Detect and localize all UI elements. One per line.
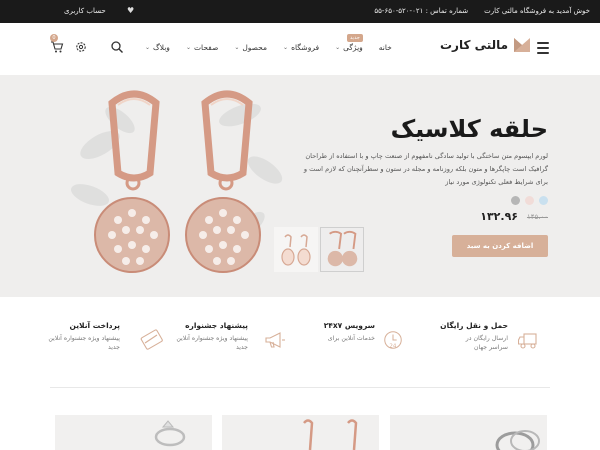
thumbnail-2[interactable] <box>320 227 364 272</box>
hero-description: لورم ایپسوم متن ساختگی با تولید سادگی نا… <box>303 152 548 186</box>
gear-icon <box>76 42 86 52</box>
site-logo[interactable]: مالتی کارت <box>440 38 531 52</box>
cart-button[interactable]: 0 <box>50 34 64 53</box>
welcome-text: خوش آمدید به فروشگاه مالتی کارت <box>484 7 590 15</box>
nav-item-home[interactable]: خانه <box>379 43 392 52</box>
chevron-down-icon: ⌄ <box>283 44 289 51</box>
product-old-price: ۱۴۵.۰۰ <box>526 213 548 221</box>
product-price: ۱۳۲.۹۶ <box>480 210 518 223</box>
search-button[interactable] <box>110 39 124 53</box>
nav-item-features[interactable]: جدید ویژگی ⌄ <box>335 34 363 52</box>
settings-button[interactable] <box>74 39 88 53</box>
product-card[interactable] <box>55 415 212 450</box>
product-card[interactable] <box>390 415 547 450</box>
nav-item-label: صفحات <box>193 43 219 52</box>
nav-item-blog[interactable]: وبلاگ ⌄ <box>145 43 170 52</box>
feature-description: پیشنهاد ویژه جشنواره آنلاین جدید <box>48 335 120 351</box>
chevron-down-icon: ⌄ <box>234 44 240 51</box>
feature-free-shipping: حمل و نقل رایگان ارسال رایگان در سراسر ج… <box>388 321 508 352</box>
nav-item-label: محصول <box>242 43 268 52</box>
add-to-cart-button[interactable]: اضافه کردن به سبد <box>452 235 548 257</box>
credit-card-icon <box>140 329 163 350</box>
thumbnail-image <box>327 230 358 267</box>
nav-item-product[interactable]: محصول ⌄ <box>234 43 267 52</box>
color-swatches <box>511 196 548 205</box>
color-swatch-pink[interactable] <box>525 196 534 205</box>
clock-24-icon: 24 <box>384 331 402 349</box>
nav-item-pages[interactable]: صفحات ⌄ <box>186 43 218 52</box>
thumbnail-1[interactable] <box>274 227 318 272</box>
nav-item-label: فروشگاه <box>291 43 320 52</box>
feature-title: حمل و نقل رایگان <box>440 321 508 330</box>
truck-icon <box>518 333 537 349</box>
hero-title: حلقه کلاسیک <box>390 115 548 143</box>
product-image <box>495 430 540 450</box>
heart-icon[interactable]: ♥ <box>127 6 134 15</box>
product-image <box>303 419 358 450</box>
color-swatch-gray[interactable] <box>511 196 520 205</box>
product-image <box>154 420 186 447</box>
phone-text: شماره تماس : ۰۲۱-۵۲۰-۶۵۰-۵۵ <box>374 7 469 15</box>
cart-icon <box>51 41 64 53</box>
chevron-down-icon: ⌄ <box>145 44 151 51</box>
feature-online-payment: پرداخت آنلاین پیشنهاد ویژه جشنواره آنلای… <box>0 321 120 352</box>
nav-item-label: خانه <box>378 43 392 52</box>
account-link[interactable]: حساب کاربری <box>64 7 106 15</box>
color-swatch-blue[interactable] <box>539 196 548 205</box>
new-badge: جدید <box>347 34 363 42</box>
nav-item-shop[interactable]: فروشگاه ⌄ <box>283 43 319 52</box>
hero-slider: حلقه کلاسیک لورم ایپسوم متن ساختگی با تو… <box>0 75 600 297</box>
feature-description: ارسال رایگان در سراسر جهان <box>465 335 508 351</box>
thumbnail-image <box>281 234 311 266</box>
feature-description: پیشنهاد ویژه جشنواره آنلاین جدید <box>176 335 248 351</box>
top-bar-info: خوش آمدید به فروشگاه مالتی کارت شماره تم… <box>374 7 590 15</box>
chevron-down-icon: ⌄ <box>185 44 191 51</box>
cart-count-badge: 0 <box>50 34 58 42</box>
top-bar: خوش آمدید به فروشگاه مالتی کارت شماره تم… <box>0 0 600 23</box>
megaphone-icon <box>265 332 285 348</box>
nav-item-label: وبلاگ <box>153 43 170 52</box>
menu-icon[interactable] <box>537 42 549 54</box>
logo-text: مالتی کارت <box>440 38 509 52</box>
svg-text:24: 24 <box>389 343 396 349</box>
products-row <box>0 415 600 450</box>
section-divider <box>50 387 550 388</box>
feature-title: پرداخت آنلاین <box>69 321 120 330</box>
main-nav: خانه جدید ویژگی ⌄ فروشگاه ⌄ محصول ⌄ صفحا… <box>145 34 392 52</box>
nav-item-label: ویژگی <box>343 43 363 52</box>
search-icon <box>111 41 123 53</box>
main-header: مالتی کارت خانه جدید ویژگی ⌄ فروشگاه ⌄ م… <box>0 23 600 75</box>
features-bar: حمل و نقل رایگان ارسال رایگان در سراسر ج… <box>0 297 600 387</box>
logo-icon <box>514 38 531 52</box>
chevron-down-icon: ⌄ <box>335 44 341 51</box>
header-icons: 0 <box>50 34 124 53</box>
product-card[interactable] <box>222 415 379 450</box>
